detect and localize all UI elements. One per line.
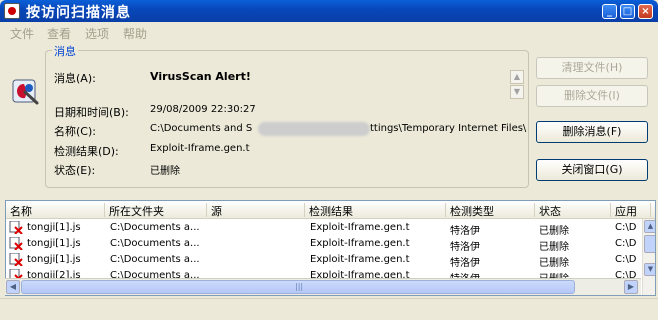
cell-status: 已删除 <box>539 242 569 253</box>
close-window-button[interactable]: 关闭窗口(G) <box>536 159 648 181</box>
vertical-scroll-thumb[interactable] <box>644 235 655 253</box>
cell-app: C:\D <box>615 222 637 233</box>
cell-type: 特洛伊 <box>450 258 480 269</box>
name-label: 名称(C): <box>54 125 96 138</box>
result-label: 检测结果(D): <box>54 145 119 158</box>
status-bar <box>0 298 658 320</box>
menu-help[interactable]: 帮助 <box>123 25 147 42</box>
menu-view[interactable]: 查看 <box>47 25 71 42</box>
column-header-result[interactable]: 检测结果 <box>305 203 446 218</box>
table-row[interactable]: tongji[1].js C:\Documents a... Exploit-I… <box>6 252 642 269</box>
cell-status: 已删除 <box>539 226 569 237</box>
cell-type: 特洛伊 <box>450 226 480 237</box>
cell-name: tongji[1].js <box>27 238 81 249</box>
redaction-smudge <box>258 122 370 136</box>
groupbox-legend: 消息 <box>52 43 78 59</box>
cell-result: Exploit-Iframe.gen.t <box>310 222 410 233</box>
table-row[interactable]: tongji[1].js C:\Documents a... Exploit-I… <box>6 236 642 253</box>
scroll-grip-icon: ||| <box>295 282 304 291</box>
infected-file-icon <box>9 221 23 234</box>
table-row[interactable]: tongji[1].js C:\Documents a... Exploit-I… <box>6 220 642 237</box>
delete-message-button[interactable]: 删除消息(F) <box>536 121 648 143</box>
status-label: 状态(E): <box>54 164 96 177</box>
scroll-down-icon[interactable]: ▼ <box>644 263 655 276</box>
title-bar[interactable]: 按访问扫描消息 _ □ × <box>0 0 658 22</box>
name-value-tail: ttings\Temporary Internet Files\ <box>370 123 527 134</box>
column-header-name[interactable]: 名称 <box>6 203 105 218</box>
scroll-right-icon[interactable]: ▶ <box>624 280 638 294</box>
column-header-status[interactable]: 状态 <box>535 203 611 218</box>
cell-result: Exploit-Iframe.gen.t <box>310 238 410 249</box>
cell-name: tongji[1].js <box>27 254 81 265</box>
infected-file-icon <box>9 253 23 266</box>
status-value: 已删除 <box>150 166 180 177</box>
virusscan-icon <box>4 3 20 19</box>
horizontal-scrollbar[interactable]: ◀ ||| ▶ <box>5 278 641 295</box>
column-header-app[interactable]: 应用 <box>611 203 651 218</box>
result-value: Exploit-Iframe.gen.t <box>150 143 250 154</box>
cell-app: C:\D <box>615 254 637 265</box>
virus-alert-icon <box>12 79 39 105</box>
cell-status: 已删除 <box>539 258 569 269</box>
message-scroll-up-icon[interactable]: ▲ <box>510 70 524 84</box>
menu-bar: 文件 查看 选项 帮助 <box>0 22 658 42</box>
name-value: C:\Documents and S <box>150 123 253 134</box>
scroll-up-icon[interactable]: ▲ <box>644 220 655 233</box>
message-scroll-down-icon[interactable]: ▼ <box>510 85 524 99</box>
datetime-label: 日期和时间(B): <box>54 106 129 119</box>
message-label: 消息(A): <box>54 72 96 85</box>
list-header: 名称 所在文件夹 源 检测结果 检测类型 状态 应用 <box>6 201 655 219</box>
column-header-source[interactable]: 源 <box>207 203 305 218</box>
cell-app: C:\D <box>615 238 637 249</box>
column-header-type[interactable]: 检测类型 <box>446 203 535 218</box>
cell-folder: C:\Documents a... <box>110 238 200 249</box>
vertical-scrollbar[interactable]: ▲ ▼ <box>642 219 655 295</box>
maximize-button[interactable]: □ <box>620 4 635 19</box>
clean-file-button[interactable]: 清理文件(H) <box>536 57 648 79</box>
cell-name: tongji[1].js <box>27 222 81 233</box>
minimize-button[interactable]: _ <box>602 4 617 19</box>
cell-folder: C:\Documents a... <box>110 254 200 265</box>
menu-options[interactable]: 选项 <box>85 25 109 42</box>
infected-file-icon <box>9 237 23 250</box>
close-button[interactable]: × <box>638 4 653 19</box>
message-value: VirusScan Alert! <box>150 70 251 83</box>
menu-file[interactable]: 文件 <box>10 25 34 42</box>
column-header-folder[interactable]: 所在文件夹 <box>105 203 207 218</box>
cell-result: Exploit-Iframe.gen.t <box>310 254 410 265</box>
datetime-value: 29/08/2009 22:30:27 <box>150 104 256 115</box>
cell-folder: C:\Documents a... <box>110 222 200 233</box>
cell-type: 特洛伊 <box>450 242 480 253</box>
delete-file-button[interactable]: 删除文件(I) <box>536 85 648 107</box>
window-title: 按访问扫描消息 <box>26 5 131 21</box>
scroll-left-icon[interactable]: ◀ <box>6 280 20 294</box>
